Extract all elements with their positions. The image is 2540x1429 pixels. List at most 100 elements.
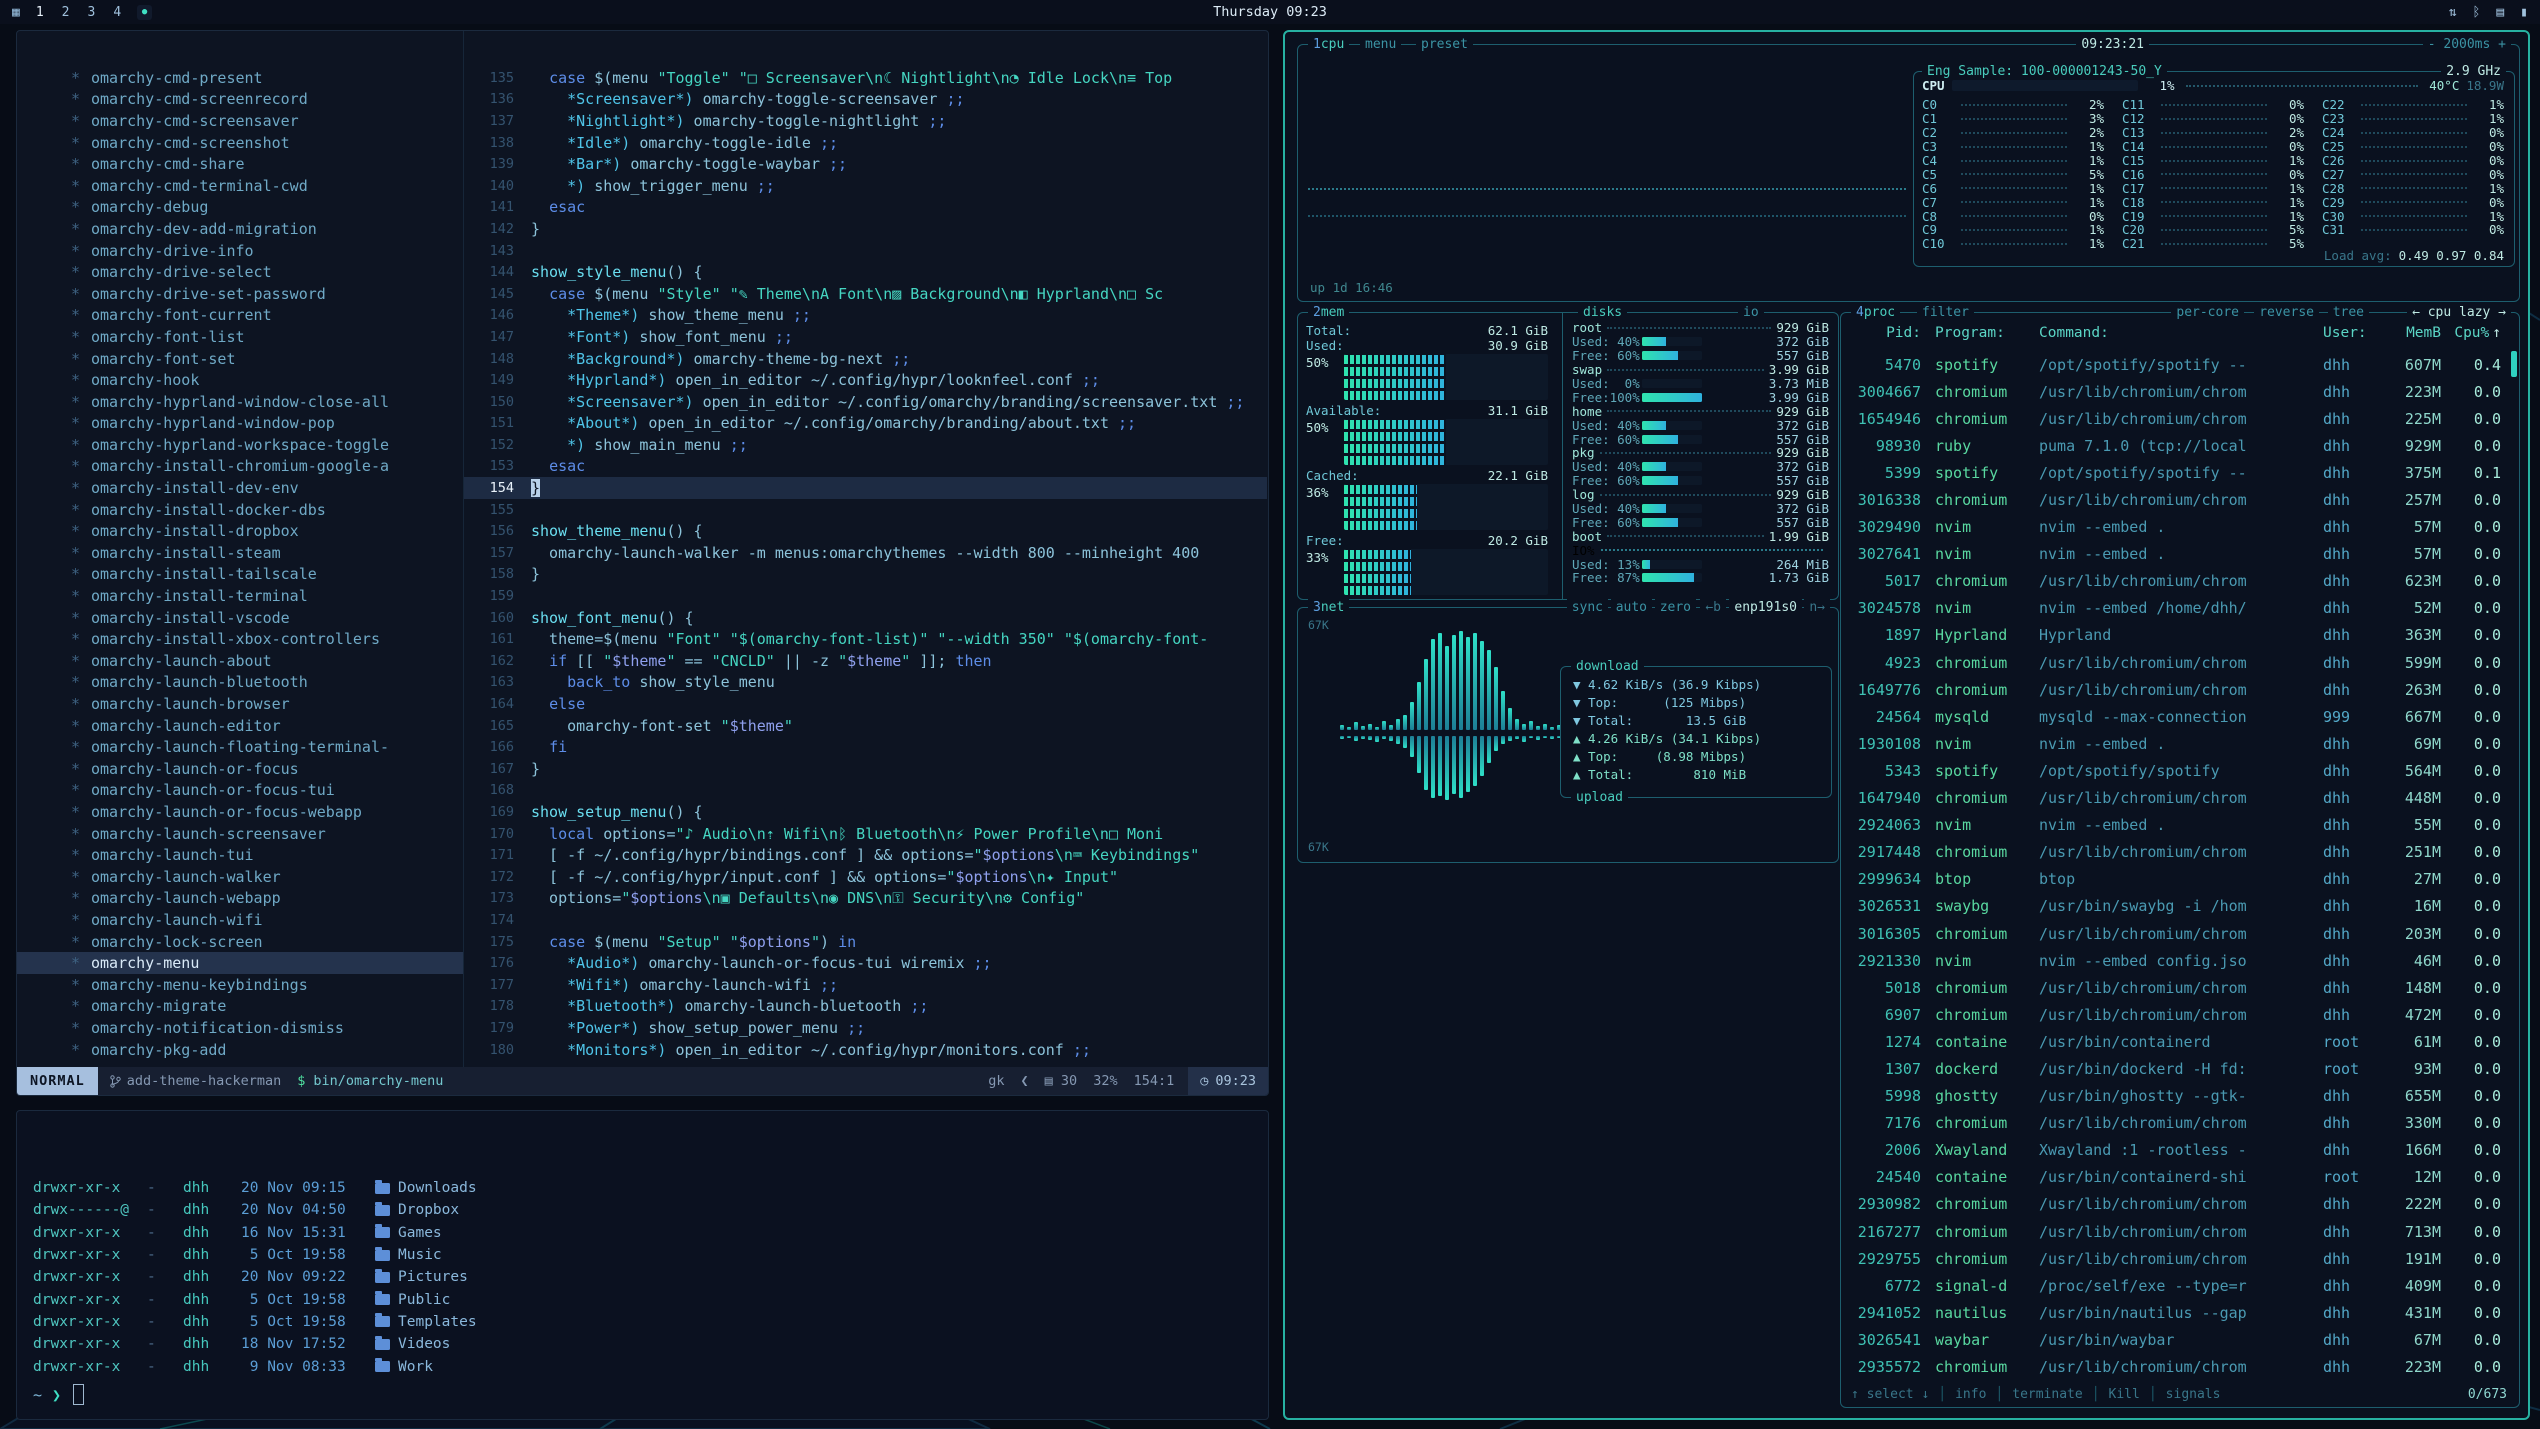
footer-action[interactable]: terminate xyxy=(2012,1387,2082,1402)
process-row[interactable]: 2921330nvimnvim --embed config.jsodhh46M… xyxy=(1849,947,2509,974)
process-row[interactable]: 3029490nvimnvim --embed .dhh57M0.0 xyxy=(1849,514,2509,541)
file-item[interactable]: *omarchy-cmd-present xyxy=(17,67,463,89)
net-zero-button[interactable]: zero xyxy=(1655,599,1696,616)
file-item[interactable]: *omarchy-hyprland-workspace-toggle xyxy=(17,434,463,456)
process-row[interactable]: 1897HyprlandHyprlanddhh363M0.0 xyxy=(1849,622,2509,649)
code-line[interactable]: 152 *) show_main_menu ;; xyxy=(464,434,1267,456)
file-item[interactable]: *omarchy-install-dropbox xyxy=(17,520,463,542)
process-row[interactable]: 3026531swaybg/usr/bin/swaybg -i /homdhh1… xyxy=(1849,893,2509,920)
process-row[interactable]: 2941052nautilus/usr/bin/nautilus --gapdh… xyxy=(1849,1299,2509,1326)
workspace-button-4[interactable]: 4 xyxy=(113,5,121,20)
process-row[interactable]: 24564mysqldmysqld --max-connection999667… xyxy=(1849,703,2509,730)
shell-prompt[interactable]: ~ ❯ xyxy=(33,1384,84,1405)
code-line[interactable]: 162 if [[ "$theme" == "CNCLD" || -z "$th… xyxy=(464,650,1267,672)
file-item[interactable]: *omarchy-install-docker-dbs xyxy=(17,499,463,521)
process-row[interactable]: 3004667chromium/usr/lib/chromium/chromdh… xyxy=(1849,378,2509,405)
code-line[interactable]: 178 *Bluetooth*) omarchy-launch-bluetoot… xyxy=(464,996,1267,1018)
process-row[interactable]: 5399spotify/opt/spotify/spotify --dhh375… xyxy=(1849,459,2509,486)
code-line[interactable]: 167} xyxy=(464,758,1267,780)
process-row[interactable]: 2167277chromium/usr/lib/chromium/chromdh… xyxy=(1849,1218,2509,1245)
network-arrows-icon[interactable]: ⇅ xyxy=(2449,5,2457,20)
reverse-toggle[interactable]: reverse xyxy=(2254,304,2319,321)
file-item[interactable]: *omarchy-launch-about xyxy=(17,650,463,672)
workspace-button-3[interactable]: 3 xyxy=(87,5,95,20)
code-line[interactable]: 176 *Audio*) omarchy-launch-or-focus-tui… xyxy=(464,952,1267,974)
code-line[interactable]: 174 xyxy=(464,909,1267,931)
process-row[interactable]: 3026541waybar/usr/bin/waybardhh67M0.0 xyxy=(1849,1326,2509,1353)
file-item[interactable]: *omarchy-menu xyxy=(17,952,463,974)
process-row[interactable]: 2006XwaylandXwayland :1 -rootless -dhh16… xyxy=(1849,1137,2509,1164)
code-line[interactable]: 159 xyxy=(464,585,1267,607)
tree-toggle[interactable]: tree xyxy=(2328,304,2369,321)
code-line[interactable]: 155 xyxy=(464,499,1267,521)
process-row[interactable]: 2930982chromium/usr/lib/chromium/chromdh… xyxy=(1849,1191,2509,1218)
net-next-iface[interactable]: n→ xyxy=(1804,599,1830,616)
file-item[interactable]: *omarchy-install-steam xyxy=(17,542,463,564)
code-line[interactable]: 168 xyxy=(464,780,1267,802)
file-item[interactable]: *omarchy-pkg-add xyxy=(17,1039,463,1061)
code-line[interactable]: 137 *Nightlight*) omarchy-toggle-nightli… xyxy=(464,110,1267,132)
column-header[interactable]: Program: xyxy=(1929,325,2039,341)
file-item[interactable]: *omarchy-install-tailscale xyxy=(17,564,463,586)
file-item[interactable]: *omarchy-drive-info xyxy=(17,240,463,262)
code-line[interactable]: 179 *Power*) show_setup_power_menu ;; xyxy=(464,1017,1267,1039)
file-item[interactable]: *omarchy-font-list xyxy=(17,326,463,348)
file-item[interactable]: *omarchy-launch-webapp xyxy=(17,888,463,910)
code-line[interactable]: 135 case $(menu "Toggle" "□ Screensaver\… xyxy=(464,67,1267,89)
file-item[interactable]: *omarchy-lock-screen xyxy=(17,931,463,953)
code-line[interactable]: 144show_style_menu() { xyxy=(464,261,1267,283)
file-item[interactable]: *omarchy-launch-or-focus-webapp xyxy=(17,801,463,823)
process-row[interactable]: 6907chromium/usr/lib/chromium/chromdhh47… xyxy=(1849,1001,2509,1028)
column-header[interactable]: User: xyxy=(2323,325,2383,341)
process-row[interactable]: 1649776chromium/usr/lib/chromium/chromdh… xyxy=(1849,676,2509,703)
code-line[interactable]: 180 *Monitors*) open_in_editor ~/.config… xyxy=(464,1039,1267,1061)
process-row[interactable]: 6772signal-d/proc/self/exe --type=rdhh40… xyxy=(1849,1272,2509,1299)
code-line[interactable]: 161 theme=$(menu "Font" "$(omarchy-font-… xyxy=(464,628,1267,650)
file-item[interactable]: *omarchy-hook xyxy=(17,369,463,391)
file-item[interactable]: *omarchy-font-set xyxy=(17,348,463,370)
process-row[interactable]: 24540containe/usr/bin/containerd-shiroot… xyxy=(1849,1164,2509,1191)
battery-icon[interactable]: ▮ xyxy=(2520,5,2528,20)
file-item[interactable]: *omarchy-install-chromium-google-a xyxy=(17,456,463,478)
code-line[interactable]: 156show_theme_menu() { xyxy=(464,520,1267,542)
code-line[interactable]: 163 back_to show_style_menu xyxy=(464,672,1267,694)
process-row[interactable]: 3024578nvimnvim --embed /home/dhh/dhh52M… xyxy=(1849,595,2509,622)
process-row[interactable]: 3016338chromium/usr/lib/chromium/chromdh… xyxy=(1849,486,2509,513)
process-table-header[interactable]: Pid:Program:Command:User:MemBCpu%↑ xyxy=(1849,325,2509,341)
code-line[interactable]: 172 [ -f ~/.config/hypr/input.conf ] && … xyxy=(464,866,1267,888)
sort-mode-selector[interactable]: ← cpu lazy → xyxy=(2407,304,2511,321)
process-row[interactable]: 5470spotify/opt/spotify/spotify --dhh607… xyxy=(1849,351,2509,378)
code-line[interactable]: 157 omarchy-launch-walker -m menus:omarc… xyxy=(464,542,1267,564)
apps-grid-icon[interactable]: ▦ xyxy=(12,5,20,20)
code-line[interactable]: 142} xyxy=(464,218,1267,240)
column-header[interactable]: Cpu%↑ xyxy=(2453,325,2509,341)
workspace-button-1[interactable]: 1 xyxy=(36,5,44,20)
file-item[interactable]: *omarchy-install-xbox-controllers xyxy=(17,628,463,650)
process-row[interactable]: 2935572chromium/usr/lib/chromium/chromdh… xyxy=(1849,1353,2509,1377)
file-item[interactable]: *omarchy-cmd-share xyxy=(17,153,463,175)
code-line[interactable]: 149 *Hyprland*) open_in_editor ~/.config… xyxy=(464,369,1267,391)
code-line[interactable]: 140 *) show_trigger_menu ;; xyxy=(464,175,1267,197)
cpu-box-title[interactable]: 1cpu xyxy=(1308,36,1349,53)
file-item[interactable]: *omarchy-migrate xyxy=(17,996,463,1018)
file-item[interactable]: *omarchy-hyprland-window-pop xyxy=(17,413,463,435)
process-row[interactable]: 3016305chromium/usr/lib/chromium/chromdh… xyxy=(1849,920,2509,947)
footer-action[interactable]: info xyxy=(1955,1387,1986,1402)
net-prev-iface[interactable]: ←b xyxy=(1700,599,1726,616)
footer-action[interactable]: signals xyxy=(2166,1387,2221,1402)
file-item[interactable]: *omarchy-drive-select xyxy=(17,261,463,283)
file-item[interactable]: *omarchy-cmd-screensaver xyxy=(17,110,463,132)
process-row[interactable]: 5017chromium/usr/lib/chromium/chromdhh62… xyxy=(1849,568,2509,595)
code-line[interactable]: 164 else xyxy=(464,693,1267,715)
net-auto-button[interactable]: auto xyxy=(1611,599,1652,616)
file-item[interactable]: *omarchy-drive-set-password xyxy=(17,283,463,305)
preset-button[interactable]: preset xyxy=(1416,36,1473,53)
file-item[interactable]: *omarchy-launch-walker xyxy=(17,866,463,888)
code-line[interactable]: 175 case $(menu "Setup" "$options") in xyxy=(464,931,1267,953)
file-item[interactable]: *omarchy-launch-screensaver xyxy=(17,823,463,845)
process-row[interactable]: 2929755chromium/usr/lib/chromium/chromdh… xyxy=(1849,1245,2509,1272)
file-item[interactable]: *omarchy-install-vscode xyxy=(17,607,463,629)
process-row[interactable]: 1307dockerd/usr/bin/dockerd -H fd:root93… xyxy=(1849,1055,2509,1082)
btop-window[interactable]: 1cpu menu preset 09:23:21 - 2000ms + Eng… xyxy=(1283,30,2530,1420)
per-core-toggle[interactable]: per-core xyxy=(2171,304,2244,321)
